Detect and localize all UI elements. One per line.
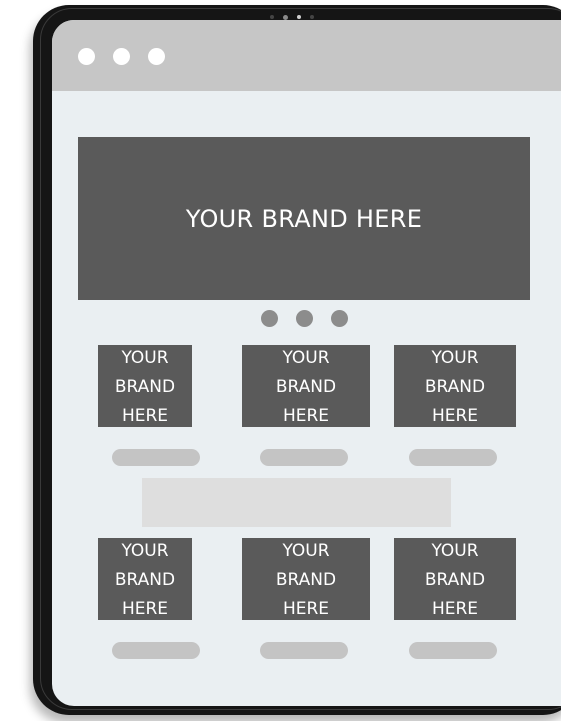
tile-caption-placeholder — [409, 449, 497, 466]
product-tile[interactable]: YOUR BRAND HERE — [242, 538, 370, 620]
tile-caption-placeholder — [112, 642, 200, 659]
tile-caption-placeholder — [260, 642, 348, 659]
tile-text: YOUR BRAND HERE — [424, 347, 486, 426]
product-tile[interactable]: YOUR BRAND HERE — [394, 345, 516, 427]
tile-text: YOUR BRAND HERE — [424, 540, 486, 619]
product-tile[interactable]: YOUR BRAND HERE — [98, 538, 192, 620]
scene: YOUR BRAND HERE YOUR BRAND HERE YOUR BRA… — [0, 0, 561, 721]
sensor-icon — [270, 15, 274, 19]
light-sensor-icon — [297, 15, 301, 19]
tile-text: YOUR BRAND HERE — [114, 347, 176, 426]
product-tile[interactable]: YOUR BRAND HERE — [98, 345, 192, 427]
product-tile[interactable]: YOUR BRAND HERE — [242, 345, 370, 427]
window-close-button[interactable] — [78, 48, 95, 65]
carousel-dot-1[interactable] — [261, 310, 278, 327]
hero-text: YOUR BRAND HERE — [185, 204, 423, 233]
window-minimize-button[interactable] — [113, 48, 130, 65]
carousel-dot-2[interactable] — [296, 310, 313, 327]
tile-text: YOUR BRAND HERE — [275, 347, 337, 426]
tile-text: YOUR BRAND HERE — [114, 540, 176, 619]
tile-caption-placeholder — [112, 449, 200, 466]
camera-icon — [283, 14, 288, 20]
ad-banner-placeholder[interactable] — [142, 478, 451, 527]
tile-caption-placeholder — [260, 449, 348, 466]
carousel-dot-3[interactable] — [331, 310, 348, 327]
tile-caption-placeholder — [409, 642, 497, 659]
browser-title-bar — [52, 20, 561, 91]
tablet-screen: YOUR BRAND HERE YOUR BRAND HERE YOUR BRA… — [52, 20, 561, 706]
sensor-icon — [310, 15, 314, 19]
hero-banner[interactable]: YOUR BRAND HERE — [78, 137, 530, 300]
tile-text: YOUR BRAND HERE — [275, 540, 337, 619]
product-tile[interactable]: YOUR BRAND HERE — [394, 538, 516, 620]
window-maximize-button[interactable] — [148, 48, 165, 65]
